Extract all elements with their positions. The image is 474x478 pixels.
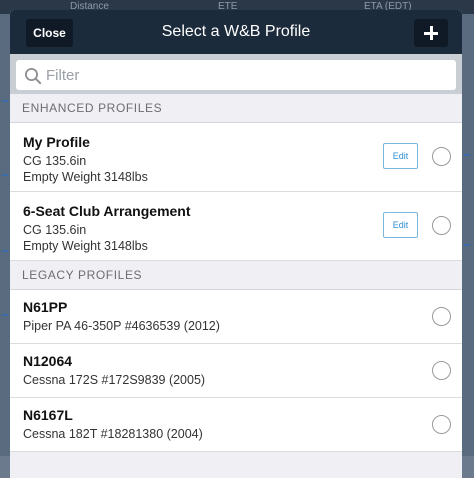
background-left-strip xyxy=(0,14,10,478)
list-item[interactable]: My Profile CG 135.6in Empty Weight 3148l… xyxy=(10,123,462,192)
search-bar xyxy=(10,54,462,94)
profile-empty-weight: Empty Weight 3148lbs xyxy=(23,239,148,253)
select-radio[interactable] xyxy=(432,307,451,326)
section-header-enhanced: ENHANCED PROFILES xyxy=(10,94,462,123)
filter-input[interactable] xyxy=(46,60,446,90)
profile-name: N12064 xyxy=(23,353,73,369)
wb-profile-modal: Close Select a W&B Profile ENHANCED PROF… xyxy=(10,10,462,478)
list-bottom-space xyxy=(10,452,462,478)
profile-name: N61PP xyxy=(23,299,68,315)
select-radio[interactable] xyxy=(432,415,451,434)
aircraft-description: Cessna 182T #18281380 (2004) xyxy=(23,427,203,441)
aircraft-description: Piper PA 46-350P #4636539 (2012) xyxy=(23,319,220,333)
edit-button[interactable]: Edit xyxy=(383,212,418,238)
modal-header: Close Select a W&B Profile xyxy=(10,10,462,54)
list-item[interactable]: N6167L Cessna 182T #18281380 (2004) xyxy=(10,398,462,452)
select-radio[interactable] xyxy=(432,216,451,235)
profile-name: N6167L xyxy=(23,407,73,423)
search-icon xyxy=(25,68,42,85)
select-radio[interactable] xyxy=(432,147,451,166)
background-right-strip xyxy=(462,14,474,478)
list-item[interactable]: N12064 Cessna 172S #172S9839 (2005) xyxy=(10,344,462,398)
select-radio[interactable] xyxy=(432,361,451,380)
list-item[interactable]: 6-Seat Club Arrangement CG 135.6in Empty… xyxy=(10,192,462,261)
profile-list: ENHANCED PROFILES My Profile CG 135.6in … xyxy=(10,94,462,478)
aircraft-description: Cessna 172S #172S9839 (2005) xyxy=(23,373,206,387)
edit-button[interactable]: Edit xyxy=(383,143,418,169)
list-item[interactable]: N61PP Piper PA 46-350P #4636539 (2012) xyxy=(10,290,462,344)
section-header-legacy: LEGACY PROFILES xyxy=(10,261,462,290)
modal-title: Select a W&B Profile xyxy=(161,23,311,40)
add-profile-button[interactable] xyxy=(414,19,448,47)
search-field[interactable] xyxy=(16,60,456,90)
profile-empty-weight: Empty Weight 3148lbs xyxy=(23,170,148,184)
close-button[interactable]: Close xyxy=(26,19,73,47)
